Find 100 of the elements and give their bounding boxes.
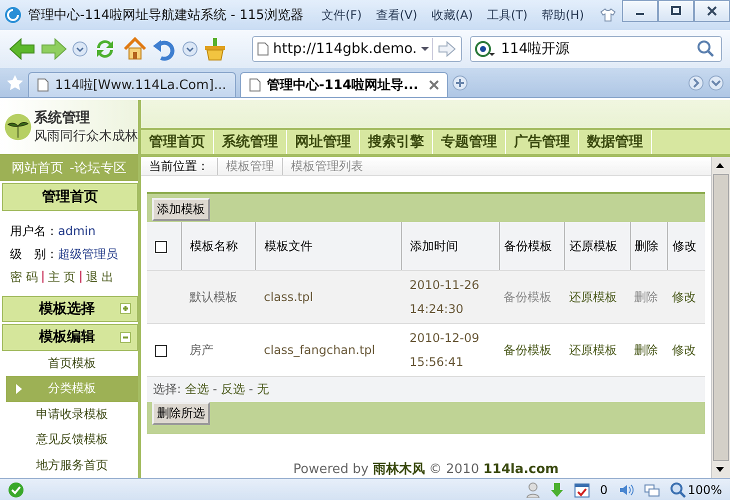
action-link[interactable]: 还原模板 — [568, 343, 617, 357]
minimize-button[interactable] — [622, 0, 658, 22]
browser-logo-icon — [4, 6, 22, 24]
scroll-tabs-icon[interactable] — [688, 74, 704, 90]
sidebar-item[interactable]: 首页模板 — [6, 350, 138, 376]
action-link[interactable]: 修改 — [672, 343, 696, 357]
search-icon[interactable] — [697, 40, 715, 58]
account-link[interactable]: 密 码 — [10, 268, 38, 286]
breadcrumb-label: 当前位置： — [149, 158, 209, 174]
table-cell: 房产 — [190, 343, 214, 357]
notification-count: 0 — [600, 482, 608, 496]
nav-tab[interactable]: 专题管理 — [433, 130, 506, 154]
account-link[interactable]: 退 出 — [86, 268, 114, 286]
zoom-level[interactable]: 100% — [688, 482, 722, 496]
column-header: 模板名称 — [190, 239, 238, 253]
action-link[interactable]: 还原模板 — [568, 290, 617, 304]
section-header[interactable]: 模板编辑 — [2, 324, 138, 351]
close-icon[interactable] — [707, 6, 717, 16]
table-cell: class_fangchan.tpl — [264, 343, 376, 357]
page-icon — [249, 78, 261, 92]
select-link[interactable]: 反选 — [220, 382, 245, 396]
forward-arrow-icon[interactable] — [40, 37, 68, 61]
action-link[interactable]: 删除 — [634, 343, 658, 357]
home-icon[interactable] — [122, 36, 148, 62]
column-header: 修改 — [672, 239, 696, 253]
menu-item[interactable]: 工具(T) — [486, 6, 528, 24]
select-label: 选择: — [153, 382, 182, 396]
nav-tab[interactable]: 广告管理 — [506, 130, 579, 154]
basket-icon[interactable] — [202, 36, 228, 62]
menu-item[interactable]: 帮助(H) — [542, 6, 584, 24]
nav-tab[interactable]: 数据管理 — [579, 130, 652, 154]
pointer-icon — [16, 384, 22, 394]
sidebar-item[interactable]: 申请收录模板 — [6, 402, 138, 428]
user-info: 级 别：超级管理员 — [10, 246, 119, 263]
select-link[interactable]: 全选 — [184, 382, 209, 396]
browser-tab[interactable]: 114啦[Www.114La.Com]... — [28, 72, 236, 97]
sidebar-heading: 管理首页 — [2, 183, 138, 211]
column-header: 添加时间 — [410, 239, 458, 253]
maximize-button[interactable] — [658, 0, 694, 22]
action-link: 删除 — [634, 290, 658, 304]
scrollbar[interactable] — [711, 157, 730, 478]
menu-item[interactable]: 查看(V) — [376, 6, 418, 24]
checkbox[interactable] — [155, 240, 167, 253]
column-header: 模板文件 — [264, 239, 312, 253]
add-template-button[interactable]: 添加模板 — [152, 198, 210, 221]
separator: - — [212, 382, 218, 396]
nav-tab[interactable]: 网址管理 — [287, 130, 360, 154]
speaker-icon[interactable] — [618, 482, 634, 498]
menu-item[interactable]: 收藏(A) — [431, 6, 473, 24]
plus-icon[interactable] — [120, 303, 131, 314]
close-tab-icon[interactable] — [429, 80, 439, 90]
address-field[interactable]: http://114gbk.demo.: — [252, 36, 462, 62]
sidebar-item[interactable]: 地方服务首页 — [6, 452, 138, 478]
tab-list-icon[interactable] — [708, 74, 724, 90]
search-engine-icon[interactable] — [475, 41, 497, 57]
undo-dropdown-icon[interactable] — [182, 41, 198, 57]
account-link[interactable]: 主 页 — [48, 268, 76, 286]
table-cell: 默认模板 — [190, 290, 238, 304]
star-icon[interactable] — [6, 74, 24, 92]
close-button[interactable] — [694, 0, 730, 22]
checkbox[interactable] — [155, 344, 167, 357]
column-header: 删除 — [634, 239, 659, 253]
action-link: 备份模板 — [504, 290, 552, 304]
nav-tab[interactable]: 管理首页 — [141, 130, 214, 154]
table-cell: class.tpl — [264, 290, 314, 304]
user-info: 用户名：admin — [10, 222, 97, 240]
logo-slogan: 风雨同行众木成林 — [34, 128, 138, 145]
section-header[interactable]: 模板选择 — [2, 296, 138, 322]
column-header: 备份模板 — [504, 239, 552, 253]
table-cell: 2010-11-26 14:24:30 — [409, 278, 480, 316]
separator: - — [248, 382, 254, 396]
column-header: 还原模板 — [569, 239, 618, 253]
screens-icon[interactable] — [644, 482, 660, 498]
history-dropdown-icon[interactable] — [72, 41, 88, 57]
back-arrow-icon[interactable] — [8, 37, 36, 61]
separator: | — [40, 268, 45, 285]
page-icon — [37, 78, 49, 92]
sidebar-item[interactable]: 意见反馈模板 — [6, 427, 138, 453]
check-icon — [8, 482, 24, 498]
window-title: 管理中心-114啦网址导航建站系统 - 115浏览器 — [28, 7, 304, 24]
new-tab-icon[interactable] — [452, 74, 468, 90]
user-icon[interactable] — [526, 482, 540, 498]
logo-title: 系统管理 — [34, 108, 91, 127]
table-cell: 2010-12-09 15:56:41 — [409, 331, 480, 369]
select-link[interactable]: 无 — [256, 382, 269, 396]
footer-text: Powered by 雨林木风 © 2010 114la.com — [292, 461, 560, 478]
nav-tab[interactable]: 搜索引擎 — [360, 130, 433, 154]
browser-tab[interactable]: 管理中心-114啦网址导... — [240, 72, 448, 97]
download-icon[interactable] — [550, 482, 564, 498]
search-field[interactable]: 114啦开源 — [470, 36, 722, 62]
delete-selected-button[interactable]: 删除所选 — [152, 402, 210, 425]
shirt-icon[interactable] — [600, 7, 616, 23]
calendar-icon[interactable] — [574, 482, 590, 498]
zoom-icon[interactable] — [670, 482, 686, 498]
nav-tab[interactable]: 系统管理 — [214, 130, 287, 154]
menu-item[interactable]: 文件(F) — [321, 6, 362, 24]
action-link[interactable]: 修改 — [672, 290, 696, 304]
maximize-icon[interactable] — [671, 6, 681, 16]
action-link[interactable]: 备份模板 — [504, 343, 552, 357]
minus-icon[interactable] — [120, 332, 131, 343]
